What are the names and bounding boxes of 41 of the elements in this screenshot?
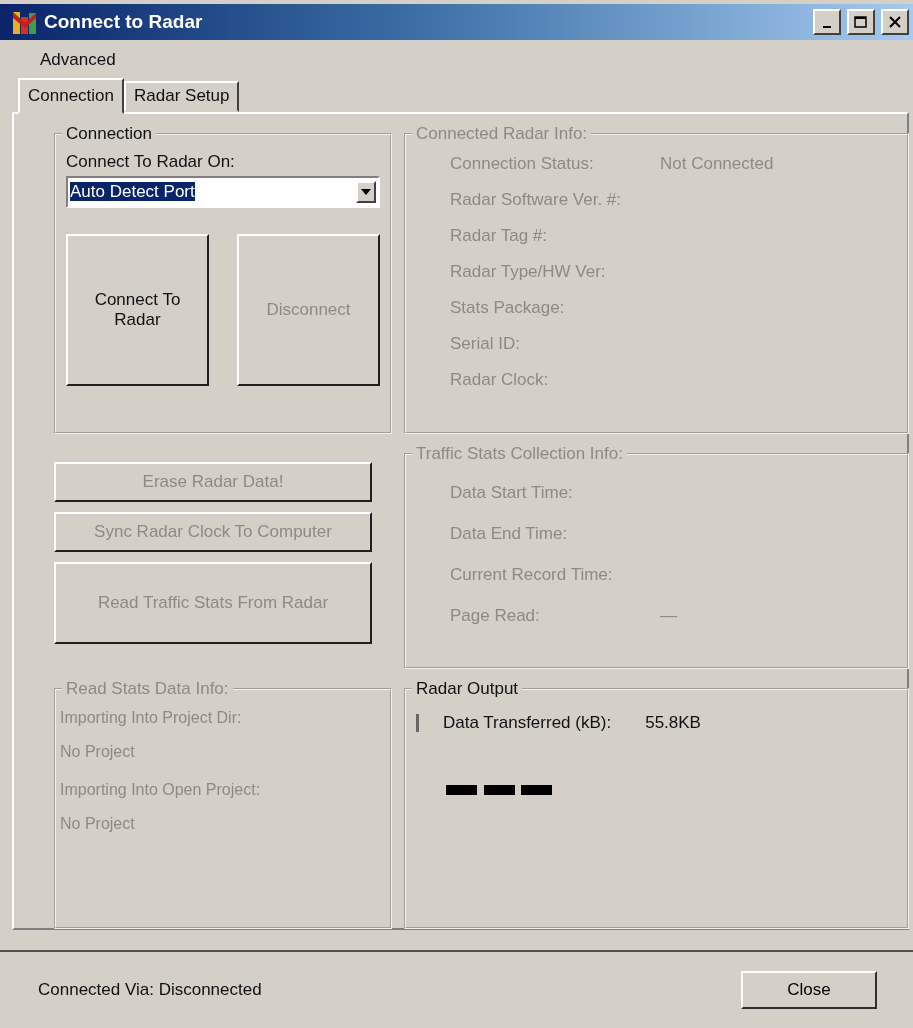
group-title: Connection	[65, 124, 153, 144]
close-icon	[889, 16, 901, 28]
info-label: Current Record Time:	[450, 564, 614, 585]
info-label: Data Start Time:	[450, 482, 574, 503]
group-title: Traffic Stats Collection Info:	[415, 444, 624, 464]
info-label: Data End Time:	[450, 523, 569, 544]
info-text: No Project	[60, 742, 136, 762]
info-text: Importing Into Open Project:	[60, 780, 262, 800]
info-value: Not Connected	[660, 154, 775, 174]
window-title: Connect to Radar	[44, 11, 204, 33]
connect-button[interactable]: Connect To Radar	[66, 234, 209, 386]
tab[interactable]: Connection	[18, 78, 124, 114]
info-text: No Project	[60, 814, 136, 834]
info-value: —	[660, 605, 678, 626]
port-label: Connect To Radar On:	[66, 152, 236, 172]
info-label: Stats Package:	[450, 298, 566, 318]
output-value: 55.8KB	[645, 713, 701, 733]
tab[interactable]: Radar Setup	[124, 81, 240, 112]
close-button[interactable]	[881, 9, 909, 35]
close-dialog-button[interactable]: Close	[741, 971, 877, 1009]
minimize-icon	[823, 26, 831, 28]
group-title: Read Stats Data Info:	[65, 679, 230, 699]
info-label: Page Read:	[450, 605, 541, 626]
status-text: Connected Via: Disconnected	[38, 980, 262, 1000]
info-label: Connection Status:	[450, 154, 595, 174]
group-title: Radar Output	[415, 679, 520, 699]
minimize-button[interactable]	[813, 9, 841, 35]
maximize-button[interactable]	[847, 9, 875, 35]
app-logo-icon	[12, 9, 38, 35]
progress-tick-icon	[416, 714, 419, 732]
info-label: Radar Software Ver. #:	[450, 190, 623, 210]
info-label: Radar Clock:	[450, 370, 550, 390]
info-text: Importing Into Project Dir:	[60, 708, 243, 728]
port-select[interactable]: Auto Detect Port	[66, 176, 380, 208]
output-label: Data Transferred (kB):	[443, 713, 612, 733]
info-label: Radar Tag #:	[450, 226, 549, 246]
maximize-icon	[854, 16, 868, 28]
menu-item[interactable]: Advanced	[28, 46, 128, 74]
group-title: Connected Radar Info:	[415, 124, 589, 144]
info-label: Radar Type/HW Ver:	[450, 262, 607, 282]
info-label: Serial ID:	[450, 334, 521, 354]
